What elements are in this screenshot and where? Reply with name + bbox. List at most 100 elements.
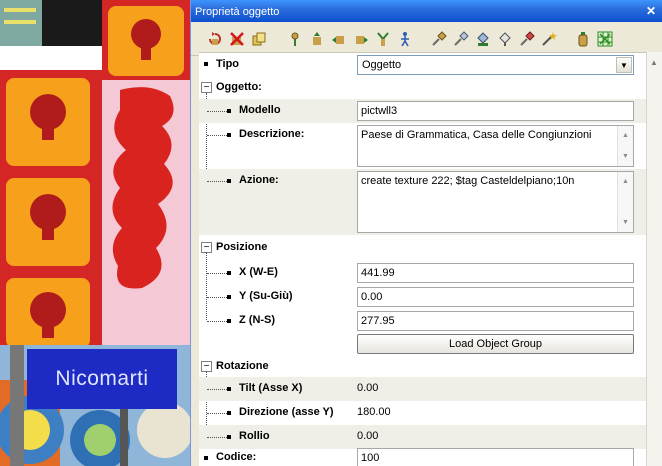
tree-line [207, 437, 227, 438]
row-z: Z (N-S) 277.95 [199, 309, 647, 333]
posizione-label: Posizione [216, 241, 268, 253]
scroll-up-icon[interactable]: ▲ [622, 175, 629, 188]
tipo-value: Oggetto [362, 59, 402, 71]
bullet [227, 319, 231, 323]
move-down-icon[interactable] [353, 31, 369, 47]
rollio-value[interactable]: 0.00 [357, 430, 378, 442]
row-direzione: Direzione (asse Y) 180.00 [199, 401, 647, 425]
bullet [227, 411, 231, 415]
descrizione-textarea[interactable]: Paese di Grammatica, Casa delle Congiunz… [357, 125, 634, 167]
row-tilt: Tilt (Asse X) 0.00 [199, 377, 647, 401]
row-codice: Codice: 100 [199, 447, 647, 466]
grid-scrollbar[interactable]: ▲ [646, 52, 662, 466]
title-bar[interactable]: Proprietà oggetto ✕ [191, 0, 662, 22]
z-input[interactable]: 277.95 [357, 311, 634, 331]
modello-label: Modello [239, 104, 281, 116]
tilt-label: Tilt (Asse X) [239, 382, 303, 394]
bullet [204, 456, 208, 460]
row-descrizione: Descrizione: Paese di Grammatica, Casa d… [199, 123, 647, 169]
window-title: Proprietà oggetto [195, 6, 280, 18]
descrizione-value: Paese di Grammatica, Casa delle Congiunz… [361, 129, 592, 141]
tree-line [207, 111, 227, 112]
3d-viewport[interactable]: Nicomarti [0, 0, 190, 466]
section-posizione: − Posizione [199, 236, 647, 258]
azione-label: Azione: [239, 174, 279, 186]
tree-line [207, 181, 227, 182]
property-grid: Tipo Oggetto ▼ − Oggetto: Modello pictwl… [199, 52, 647, 466]
tree-line [207, 297, 227, 298]
row-rollio: Rollio 0.00 [199, 425, 647, 449]
scroll-up-icon[interactable]: ▲ [650, 58, 658, 67]
tree-line [207, 389, 227, 390]
bullet [204, 62, 208, 66]
x-label: X (W-E) [239, 266, 278, 278]
chevron-down-icon[interactable]: ▼ [616, 57, 632, 73]
row-y: Y (Su-Giù) 0.00 [199, 285, 647, 309]
azione-scrollbar[interactable]: ▲ ▼ [617, 172, 633, 232]
tree-line [207, 321, 227, 322]
row-x: X (W-E) 441.99 [199, 261, 647, 285]
descrizione-scrollbar[interactable]: ▲ ▼ [617, 126, 633, 166]
scroll-up-icon[interactable]: ▲ [622, 129, 629, 142]
paint-icon[interactable] [519, 31, 535, 47]
codice-label: Codice: [216, 451, 257, 463]
collapse-icon[interactable]: − [201, 82, 212, 93]
bullet [227, 109, 231, 113]
clone-icon[interactable] [251, 31, 267, 47]
bullet [227, 435, 231, 439]
codice-input[interactable]: 100 [357, 448, 634, 466]
direzione-label: Direzione (asse Y) [239, 406, 334, 418]
tree-line [207, 273, 227, 274]
bullet [227, 387, 231, 391]
tree-line [207, 135, 227, 136]
bullet [227, 133, 231, 137]
scroll-down-icon[interactable]: ▼ [622, 150, 629, 163]
scroll-down-icon[interactable]: ▼ [622, 216, 629, 229]
person-icon[interactable] [397, 31, 413, 47]
section-oggetto: − Oggetto: [199, 77, 647, 99]
direzione-value[interactable]: 180.00 [357, 406, 391, 418]
nicomarti-sign: Nicomarti [27, 349, 177, 409]
tipo-select[interactable]: Oggetto ▼ [357, 55, 634, 75]
pin-icon[interactable] [287, 31, 303, 47]
bullet [227, 179, 231, 183]
tipo-label: Tipo [216, 58, 240, 70]
rotazione-label: Rotazione [216, 360, 269, 372]
bottle-icon[interactable] [575, 31, 591, 47]
grid-icon[interactable] [597, 31, 613, 47]
modello-input[interactable]: pictwll3 [357, 101, 634, 121]
brush-alt-icon[interactable] [453, 31, 469, 47]
section-rotazione: − Rotazione [199, 355, 647, 377]
z-label: Z (N-S) [239, 314, 276, 326]
wand-icon[interactable] [541, 31, 557, 47]
load-object-group-button[interactable]: Load Object Group [357, 334, 634, 354]
y-input[interactable]: 0.00 [357, 287, 634, 307]
azione-value: create texture 222; $tag Casteldelpiano;… [361, 175, 575, 187]
light-icon[interactable] [375, 31, 391, 47]
brush-icon[interactable] [431, 31, 447, 47]
sign-text: Nicomarti [55, 367, 149, 390]
y-label: Y (Su-Giù) [239, 290, 293, 302]
row-load-object-group: Load Object Group [199, 333, 647, 355]
move-up-icon[interactable] [331, 31, 347, 47]
select-icon[interactable] [497, 31, 513, 47]
descrizione-label: Descrizione: [239, 128, 305, 140]
move-icon[interactable] [309, 31, 325, 47]
rollio-label: Rollio [239, 430, 270, 442]
bullet [227, 271, 231, 275]
properties-window: Proprietà oggetto ✕ Tipo Oggetto ▼ − Ogg… [190, 0, 662, 466]
toolbar [191, 22, 662, 56]
tree-line [207, 413, 227, 414]
x-input[interactable]: 441.99 [357, 263, 634, 283]
bullet [227, 295, 231, 299]
azione-textarea[interactable]: create texture 222; $tag Casteldelpiano;… [357, 171, 634, 233]
row-tipo: Tipo Oggetto ▼ [199, 53, 647, 77]
close-button[interactable]: ✕ [644, 5, 658, 18]
oggetto-label: Oggetto: [216, 81, 262, 93]
rotate-icon[interactable] [207, 31, 223, 47]
row-azione: Azione: create texture 222; $tag Casteld… [199, 169, 647, 235]
bucket-icon[interactable] [475, 31, 491, 47]
tilt-value[interactable]: 0.00 [357, 382, 378, 394]
delete-icon[interactable] [229, 31, 245, 47]
row-modello: Modello pictwll3 [199, 99, 647, 123]
